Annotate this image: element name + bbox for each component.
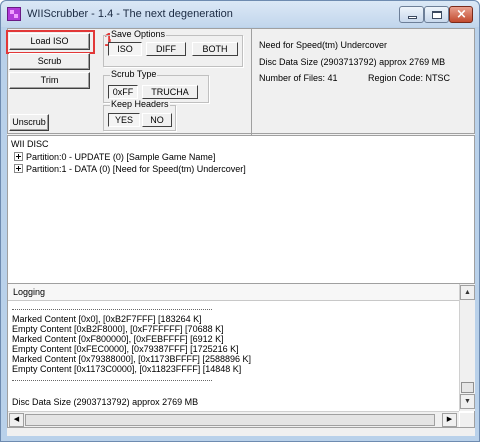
wiiscrubber-app-icon[interactable]: [7, 7, 21, 21]
save-options-group: Save Options ISO DIFF BOTH: [103, 29, 243, 67]
log-line: Empty Content [0xB2F8000], [0xF7FFFFF] […: [12, 324, 224, 335]
title-bar[interactable]: WIIScrubber - 1.4 - The next degeneratio…: [1, 1, 479, 27]
keep-headers-label: Keep Headers: [110, 99, 170, 109]
plus-box-icon[interactable]: [14, 164, 23, 173]
log-panel[interactable]: Logging Marked Content [0x0], [0xB2F7FFF…: [7, 283, 475, 428]
window-title: WIIScrubber - 1.4 - The next degeneratio…: [27, 8, 233, 20]
trim-button[interactable]: Trim: [9, 72, 90, 89]
log-line: Marked Content [0x79388000], [0x1173BFFF…: [12, 354, 251, 365]
scrub-type-label: Scrub Type: [110, 69, 158, 79]
plus-box-icon[interactable]: [14, 152, 23, 161]
log-lines: Marked Content [0x0], [0xB2F7FFF] [18326…: [12, 304, 458, 385]
arrow-down-icon[interactable]: ▼: [460, 394, 475, 409]
arrow-up-icon[interactable]: ▲: [460, 285, 475, 300]
log-horizontal-scrollbar[interactable]: ◀ ▶: [8, 411, 459, 427]
log-footer: Disc Data Size (2903713792) approx 2769 …: [12, 397, 199, 407]
region-code: Region Code: NTSC: [368, 73, 451, 83]
log-separator: [12, 309, 212, 310]
log-header: Logging: [8, 284, 460, 301]
tree-item-partition-1[interactable]: Partition:1 - DATA (0) [Need for Speed(t…: [14, 164, 246, 174]
tree-item-partition-0[interactable]: Partition:0 - UPDATE (0) [Sample Game Na…: [14, 152, 215, 162]
keep-headers-no-toggle[interactable]: NO: [142, 113, 172, 127]
disc-info-panel: Need for Speed(tm) Undercover Disc Data …: [251, 29, 476, 135]
log-vertical-scrollbar[interactable]: ▲ ▼: [459, 284, 475, 411]
tree-item-label: Partition:1 - DATA (0) [Need for Speed(t…: [26, 164, 246, 174]
save-iso-toggle[interactable]: ISO: [108, 42, 142, 56]
arrow-left-icon[interactable]: ◀: [9, 413, 24, 427]
client-area: Load ISO 1 Scrub Trim Unscrub Save Optio…: [6, 28, 476, 436]
tree-item-label: Partition:0 - UPDATE (0) [Sample Game Na…: [26, 152, 216, 162]
save-options-label: Save Options: [110, 29, 167, 39]
log-separator: [12, 379, 212, 381]
game-name: Need for Speed(tm) Undercover: [259, 40, 388, 50]
minimize-button[interactable]: [399, 6, 424, 23]
save-diff-toggle[interactable]: DIFF: [146, 42, 186, 56]
keep-headers-yes-toggle[interactable]: YES: [108, 113, 140, 127]
keep-headers-group: Keep Headers YES NO: [103, 99, 176, 131]
resize-grip[interactable]: [460, 413, 474, 427]
scrub-trucha-toggle[interactable]: TRUCHA: [142, 85, 198, 99]
log-vertical-thumb[interactable]: [461, 382, 474, 393]
file-count: Number of Files: 41: [259, 73, 338, 83]
tree-root-label[interactable]: WII DISC: [11, 139, 49, 149]
log-line: Empty Content [0xFEC0000], [0x79387FFF] …: [12, 344, 239, 355]
load-iso-button[interactable]: Load ISO: [9, 33, 90, 50]
log-line: Marked Content [0xF800000], [0xFEBFFFF] …: [12, 334, 224, 345]
minimize-icon: [408, 16, 417, 19]
log-horizontal-thumb[interactable]: [25, 414, 435, 426]
close-icon: ×: [456, 7, 467, 22]
maximize-icon: [432, 11, 442, 19]
arrow-right-icon[interactable]: ▶: [442, 413, 457, 427]
close-button[interactable]: ×: [449, 6, 473, 23]
scrub-0xff-toggle[interactable]: 0xFF: [108, 85, 138, 99]
controls-panel: Load ISO 1 Scrub Trim Unscrub Save Optio…: [6, 28, 476, 135]
disc-data-size: Disc Data Size (2903713792) approx 2769 …: [259, 57, 446, 67]
log-line: Empty Content [0x1173C0000], [0x11823FFF…: [12, 364, 242, 375]
unscrub-button[interactable]: Unscrub: [9, 114, 49, 131]
save-both-toggle[interactable]: BOTH: [192, 42, 238, 56]
maximize-button[interactable]: [424, 6, 449, 23]
log-line: Marked Content [0x0], [0xB2F7FFF] [18326…: [12, 314, 202, 324]
app-window: WIIScrubber - 1.4 - The next degeneratio…: [0, 0, 480, 442]
scrub-button[interactable]: Scrub: [9, 53, 90, 70]
